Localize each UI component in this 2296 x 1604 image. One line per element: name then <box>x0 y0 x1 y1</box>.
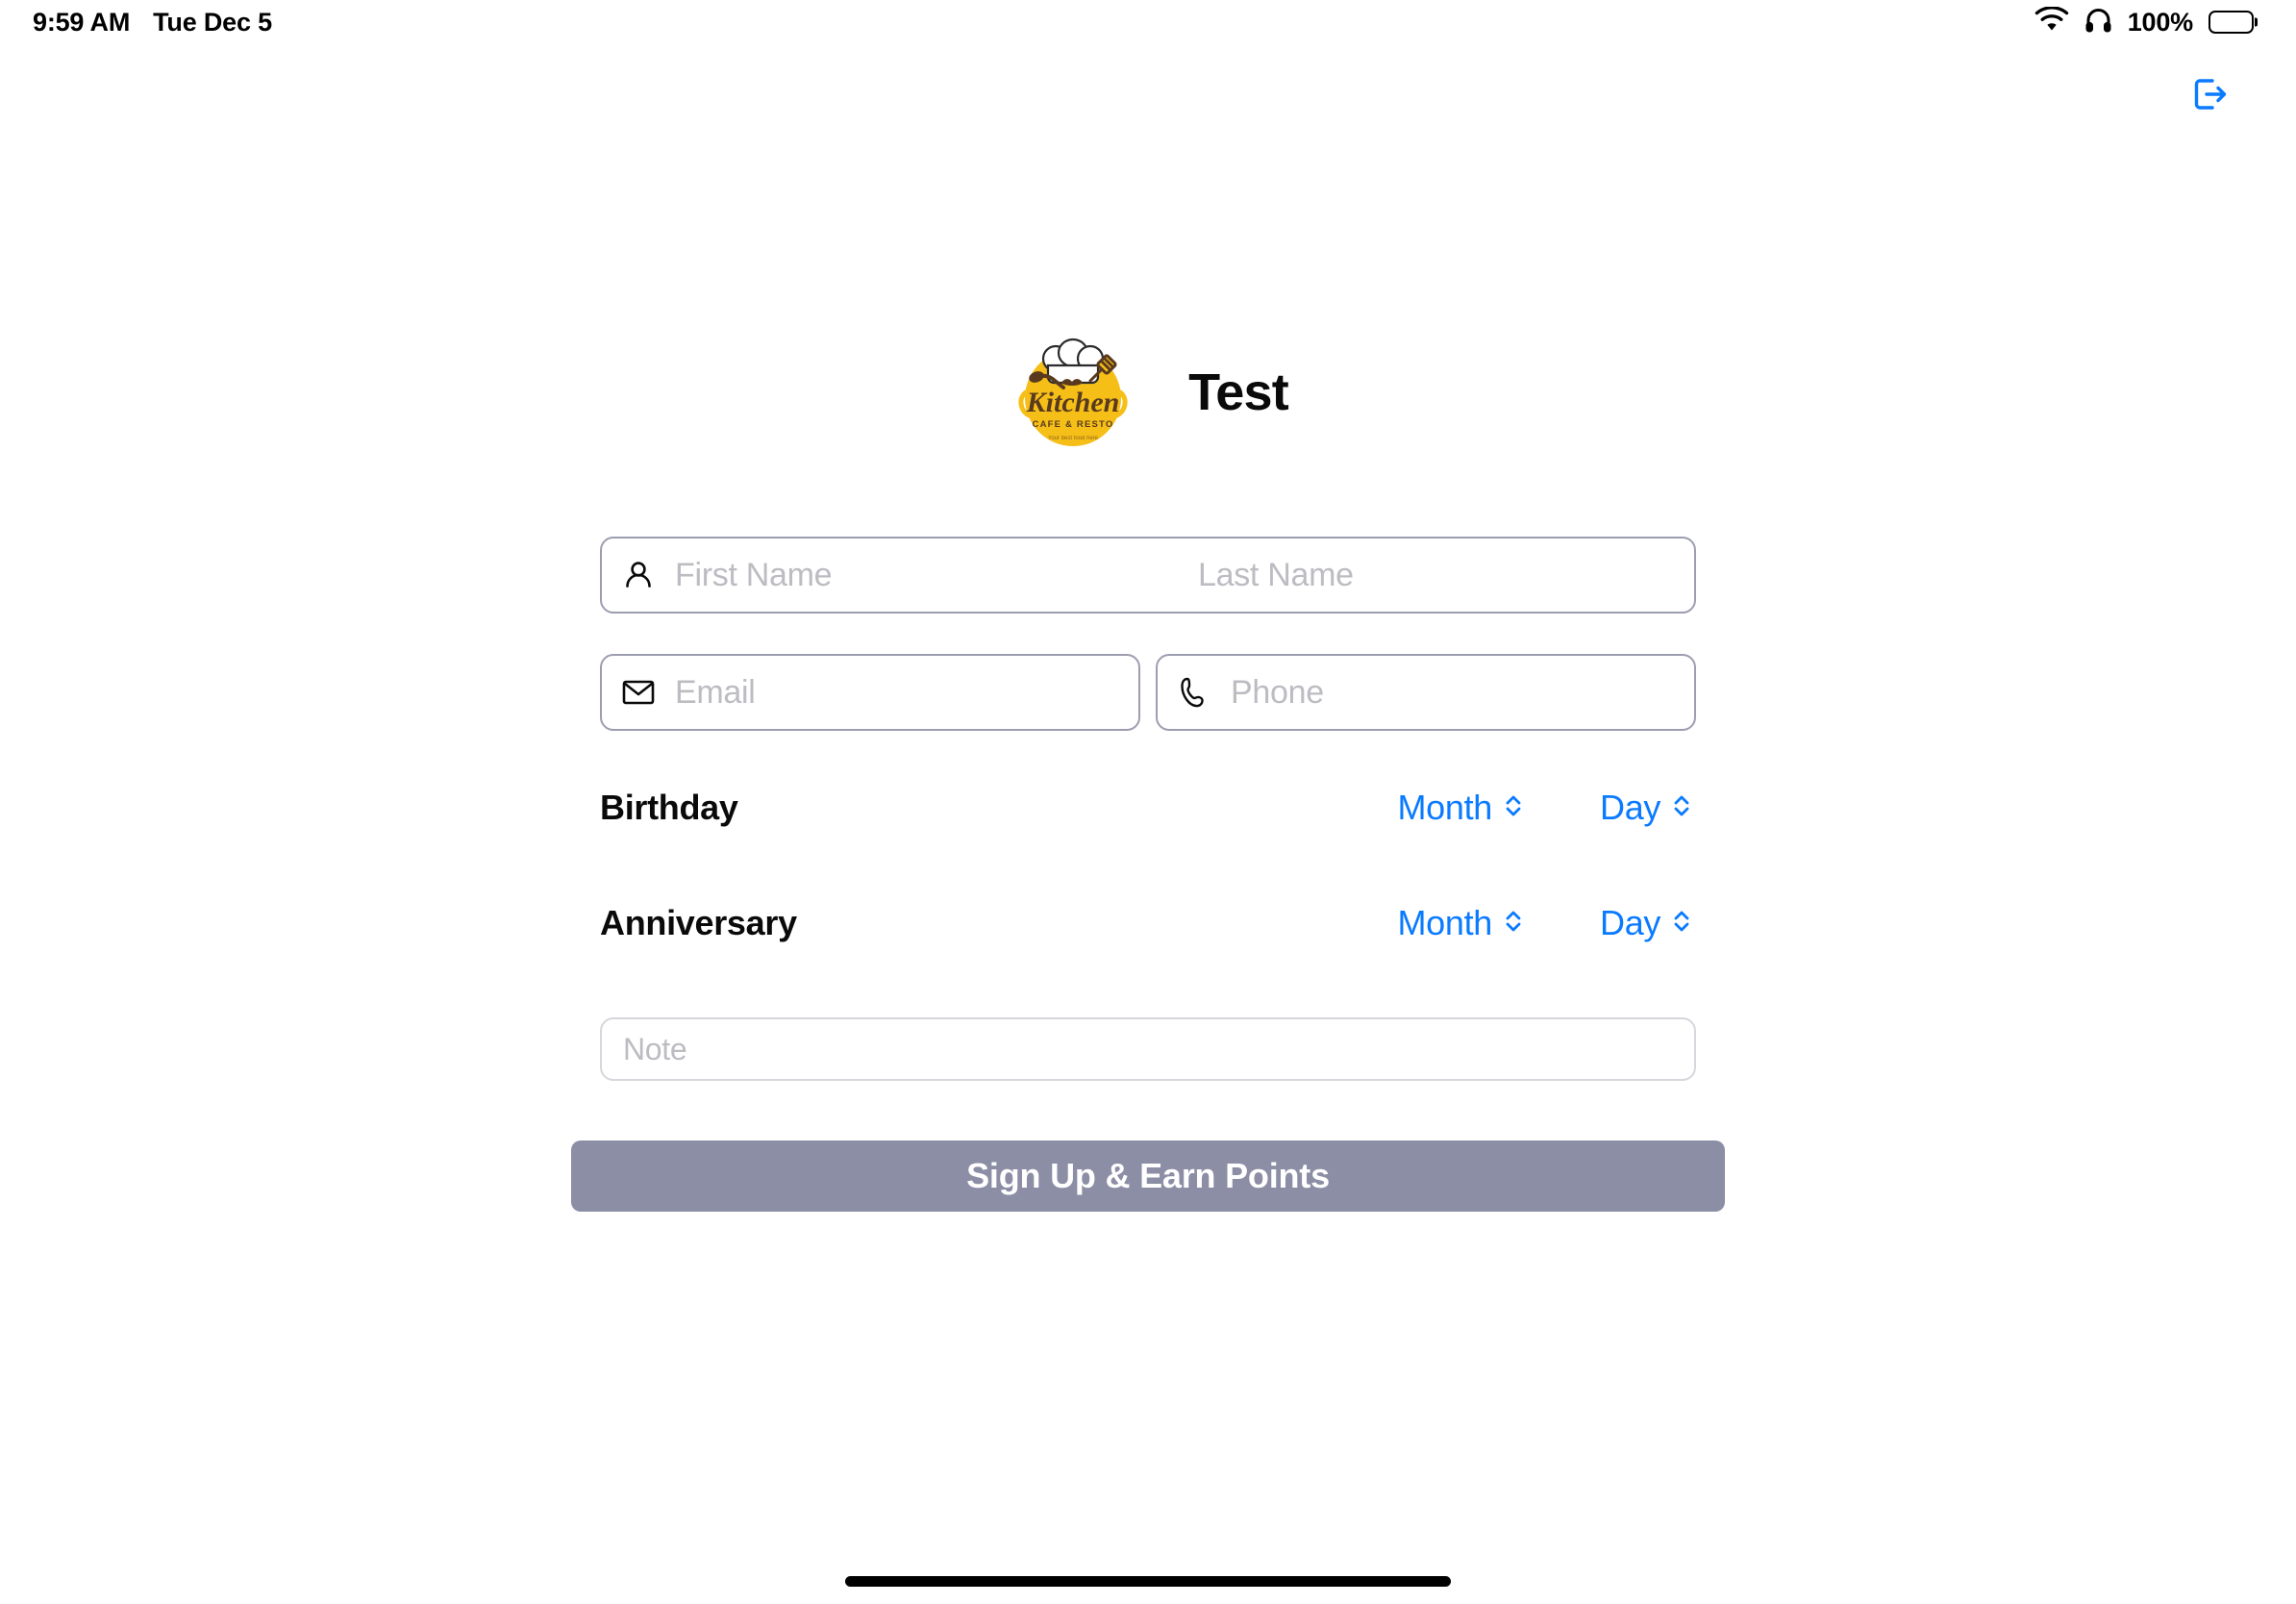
anniversary-day-value: Day <box>1600 903 1661 942</box>
first-name-input[interactable]: First Name <box>675 557 1175 594</box>
signup-submit-label: Sign Up & Earn Points <box>966 1156 1330 1195</box>
anniversary-month-picker[interactable]: Month <box>1397 903 1523 943</box>
chevron-up-down-icon <box>1504 790 1523 826</box>
name-field-group: First Name Last Name <box>600 537 1696 614</box>
phone-input[interactable]: Phone <box>1156 654 1696 731</box>
signup-submit-button[interactable]: Sign Up & Earn Points <box>571 1140 1725 1212</box>
last-name-input[interactable]: Last Name <box>1175 557 1694 594</box>
phone-icon <box>1158 676 1231 709</box>
svg-text:Your best food here: Your best food here <box>1048 436 1099 441</box>
chevron-up-down-icon <box>1672 790 1691 826</box>
email-input[interactable]: Email <box>600 654 1140 731</box>
birthday-day-value: Day <box>1600 788 1661 827</box>
anniversary-label: Anniversary <box>600 903 797 942</box>
birthday-month-picker[interactable]: Month <box>1397 788 1523 828</box>
person-icon <box>602 559 675 591</box>
phone-placeholder: Phone <box>1231 673 1324 711</box>
birthday-label: Birthday <box>600 788 738 827</box>
anniversary-row: Anniversary Month Day <box>600 896 1696 950</box>
svg-text:Kitchen: Kitchen <box>1026 387 1120 418</box>
first-name-placeholder: First Name <box>675 556 833 593</box>
app-screen: 9:59 AM Tue Dec 5 100% Kitchen CAFE & RE… <box>0 0 2296 1604</box>
page-title: Test <box>1188 363 1289 421</box>
birthday-row: Birthday Month Day <box>600 781 1696 835</box>
brand-header: Kitchen CAFE & RESTO Your best food here… <box>1008 327 1289 458</box>
email-placeholder: Email <box>675 673 756 711</box>
birthday-day-picker[interactable]: Day <box>1600 788 1696 828</box>
signup-form: First Name Last Name Email Phone Birthda… <box>600 537 1696 1081</box>
home-indicator[interactable] <box>845 1576 1451 1587</box>
contact-row: Email Phone <box>600 654 1696 731</box>
chevron-up-down-icon <box>1672 906 1691 941</box>
kitchen-cafe-resto-logo-icon: Kitchen CAFE & RESTO Your best food here <box>1008 327 1138 458</box>
anniversary-month-value: Month <box>1397 903 1492 942</box>
note-input[interactable]: Note <box>600 1017 1696 1081</box>
note-placeholder: Note <box>623 1031 687 1066</box>
anniversary-day-picker[interactable]: Day <box>1600 903 1696 943</box>
chevron-up-down-icon <box>1504 906 1523 941</box>
last-name-placeholder: Last Name <box>1198 556 1354 593</box>
envelope-icon <box>602 679 675 706</box>
main-content: Kitchen CAFE & RESTO Your best food here… <box>0 0 2296 1604</box>
svg-text:CAFE & RESTO: CAFE & RESTO <box>1033 419 1114 430</box>
birthday-month-value: Month <box>1397 788 1492 827</box>
